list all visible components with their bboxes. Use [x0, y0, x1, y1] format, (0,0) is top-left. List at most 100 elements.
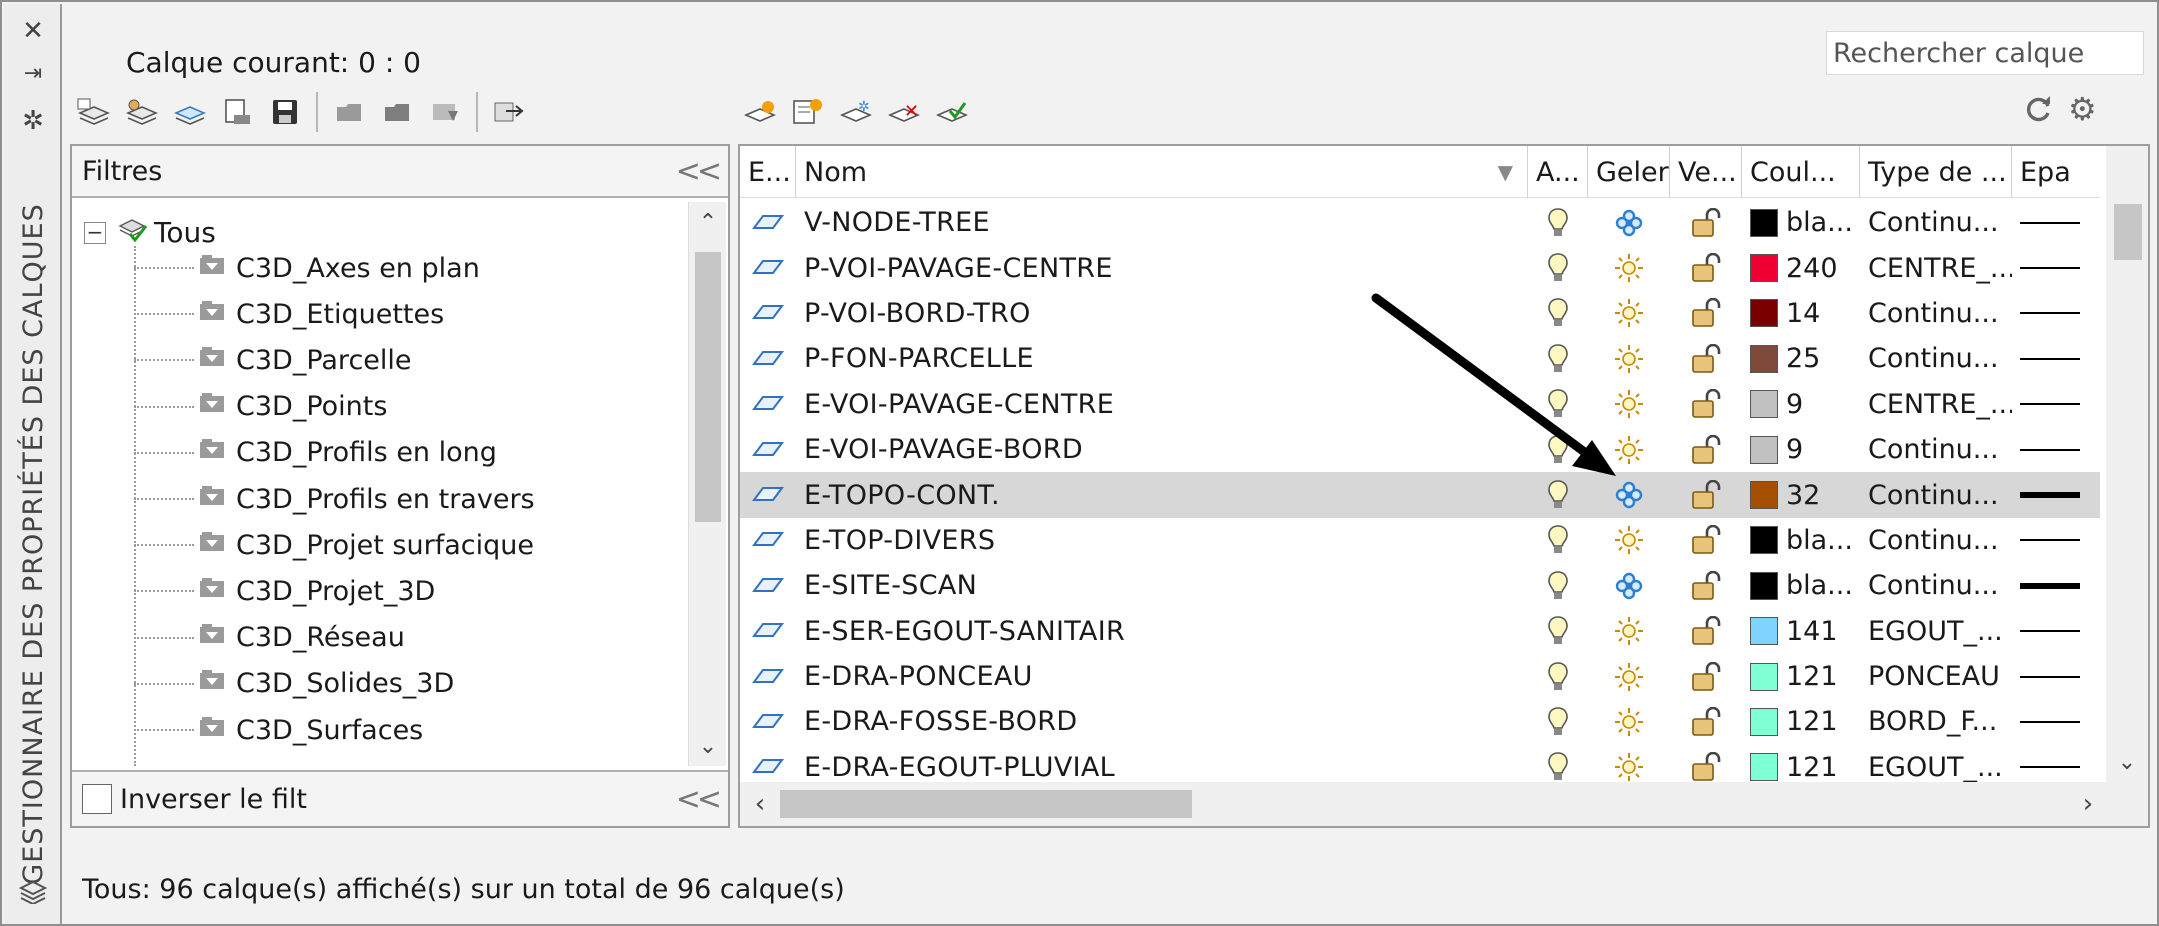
layer-linetype[interactable]: Continu...: [1860, 563, 2012, 608]
layer-color[interactable]: 9: [1742, 382, 1860, 427]
col-lineweight-header[interactable]: Epa: [2012, 146, 2100, 198]
layer-lineweight[interactable]: [2012, 291, 2100, 336]
col-name-header[interactable]: Nom ▼: [796, 146, 1528, 198]
layer-lineweight[interactable]: [2012, 609, 2100, 654]
filter-item[interactable]: C3D_Profils en long: [134, 431, 497, 475]
layer-color[interactable]: 14: [1742, 291, 1860, 336]
layer-lineweight[interactable]: [2012, 472, 2100, 517]
collapse-tree-icon[interactable]: −: [84, 221, 106, 244]
checkbox-box[interactable]: [82, 784, 112, 814]
filters-scrollbar[interactable]: ⌃ ⌄: [688, 202, 726, 766]
layer-linetype[interactable]: CENTRE_...: [1860, 382, 2012, 427]
layer-on-bulb-icon[interactable]: [1528, 699, 1588, 744]
layer-status-icon[interactable]: [740, 699, 796, 744]
filter-item[interactable]: C3D_Profils en travers: [134, 477, 535, 521]
new-group-filter-icon[interactable]: [120, 91, 162, 133]
layer-on-bulb-icon[interactable]: [1528, 472, 1588, 517]
layer-linetype[interactable]: PONCEAU: [1860, 654, 2012, 699]
layer-color[interactable]: bla...: [1742, 200, 1860, 245]
layer-linetype[interactable]: Continu...: [1860, 518, 2012, 563]
layer-on-bulb-icon[interactable]: [1528, 336, 1588, 381]
filter-settings-icon[interactable]: [424, 91, 466, 133]
new-layer-icon[interactable]: [738, 91, 780, 133]
layer-name[interactable]: E-DRA-PONCEAU: [796, 654, 1528, 699]
layer-name[interactable]: E-TOPO-CONT.: [796, 472, 1528, 517]
layer-name[interactable]: V-NODE-TREE: [796, 200, 1528, 245]
layer-status-icon[interactable]: [740, 563, 796, 608]
filter-item[interactable]: C3D_Réseau: [134, 616, 405, 660]
layer-on-bulb-icon[interactable]: [1528, 427, 1588, 472]
layer-row[interactable]: E-SER-EGOUT-SANITAIR 141 EGOUT_...: [740, 609, 2100, 654]
unlocked-padlock-icon[interactable]: [1670, 654, 1742, 699]
layer-on-bulb-icon[interactable]: [1528, 518, 1588, 563]
layer-on-bulb-icon[interactable]: [1528, 291, 1588, 336]
layer-on-bulb-icon[interactable]: [1528, 382, 1588, 427]
filter-item[interactable]: C3D_Solides_3D: [134, 662, 454, 706]
scroll-thumb[interactable]: [2114, 204, 2142, 260]
set-current-icon[interactable]: [930, 91, 972, 133]
frozen-snowflake-icon[interactable]: [1588, 200, 1670, 245]
layer-on-bulb-icon[interactable]: [1528, 609, 1588, 654]
layer-color[interactable]: 25: [1742, 336, 1860, 381]
save-icon[interactable]: [264, 91, 306, 133]
grid-horizontal-scrollbar[interactable]: ‹ ›: [740, 782, 2148, 826]
close-icon[interactable]: ✕: [16, 14, 50, 48]
refresh-icon[interactable]: [2024, 94, 2054, 128]
unlocked-padlock-icon[interactable]: [1670, 245, 1742, 290]
scroll-down-icon[interactable]: ⌄: [689, 726, 727, 766]
layer-name[interactable]: E-TOP-DIVERS: [796, 518, 1528, 563]
grid-vertical-scrollbar[interactable]: ⌄: [2106, 146, 2148, 782]
layer-lineweight[interactable]: [2012, 336, 2100, 381]
scroll-up-icon[interactable]: ⌃: [689, 202, 727, 242]
layer-linetype[interactable]: Continu...: [1860, 291, 2012, 336]
scroll-down-icon[interactable]: ⌄: [2106, 742, 2148, 782]
layer-lineweight[interactable]: [2012, 245, 2100, 290]
layer-color[interactable]: 9: [1742, 427, 1860, 472]
layer-linetype[interactable]: EGOUT_...: [1860, 609, 2012, 654]
filter-item[interactable]: C3D_Parcelle: [134, 338, 412, 382]
layer-row[interactable]: E-SITE-SCAN bla... Continu...: [740, 563, 2100, 608]
layer-lineweight[interactable]: [2012, 200, 2100, 245]
filter-item[interactable]: C3D_Etiquettes: [134, 292, 444, 336]
layer-color[interactable]: 240: [1742, 245, 1860, 290]
layer-linetype[interactable]: Continu...: [1860, 427, 2012, 472]
col-freeze-header[interactable]: Geler: [1588, 146, 1670, 198]
layer-status-icon[interactable]: [740, 382, 796, 427]
layer-freeze-vp-icon[interactable]: ✲: [834, 91, 876, 133]
layer-lineweight[interactable]: [2012, 563, 2100, 608]
thawed-sun-icon[interactable]: [1588, 609, 1670, 654]
invert-filter-checkbox[interactable]: Inverser le filt: [82, 784, 307, 815]
layer-lineweight[interactable]: [2012, 518, 2100, 563]
thawed-sun-icon[interactable]: [1588, 654, 1670, 699]
collapse-filters-icon[interactable]: <<: [676, 154, 722, 189]
unlocked-padlock-icon[interactable]: [1670, 427, 1742, 472]
layer-status-icon[interactable]: [740, 200, 796, 245]
layer-row[interactable]: P-VOI-PAVAGE-CENTRE 240 CENTRE_...: [740, 245, 2100, 290]
col-status-header[interactable]: E...: [740, 146, 796, 198]
layer-color[interactable]: 32: [1742, 472, 1860, 517]
thawed-sun-icon[interactable]: [1588, 427, 1670, 472]
layer-row[interactable]: E-VOI-PAVAGE-CENTRE 9 CENTRE_...: [740, 382, 2100, 427]
translate-layers-icon[interactable]: [488, 91, 530, 133]
layer-name[interactable]: E-VOI-PAVAGE-CENTRE: [796, 382, 1528, 427]
layer-on-bulb-icon[interactable]: [1528, 563, 1588, 608]
thawed-sun-icon[interactable]: [1588, 336, 1670, 381]
frozen-snowflake-icon[interactable]: [1588, 563, 1670, 608]
unlocked-padlock-icon[interactable]: [1670, 336, 1742, 381]
layer-linetype[interactable]: Continu...: [1860, 336, 2012, 381]
scroll-left-icon[interactable]: ‹: [740, 782, 780, 826]
layer-name[interactable]: E-SER-EGOUT-SANITAIR: [796, 609, 1528, 654]
unlocked-padlock-icon[interactable]: [1670, 699, 1742, 744]
layer-name[interactable]: E-SITE-SCAN: [796, 563, 1528, 608]
settings-icon[interactable]: ⚙: [2068, 93, 2097, 128]
layer-linetype[interactable]: CENTRE_...: [1860, 245, 2012, 290]
layer-color[interactable]: 141: [1742, 609, 1860, 654]
thawed-sun-icon[interactable]: [1588, 245, 1670, 290]
layer-lineweight[interactable]: [2012, 699, 2100, 744]
new-layer-vp-frozen-icon[interactable]: [786, 91, 828, 133]
thawed-sun-icon[interactable]: [1588, 699, 1670, 744]
pin-icon[interactable]: ⇥: [16, 56, 50, 90]
layer-on-bulb-icon[interactable]: [1528, 245, 1588, 290]
thawed-sun-icon[interactable]: [1588, 518, 1670, 563]
layer-status-icon[interactable]: [740, 609, 796, 654]
